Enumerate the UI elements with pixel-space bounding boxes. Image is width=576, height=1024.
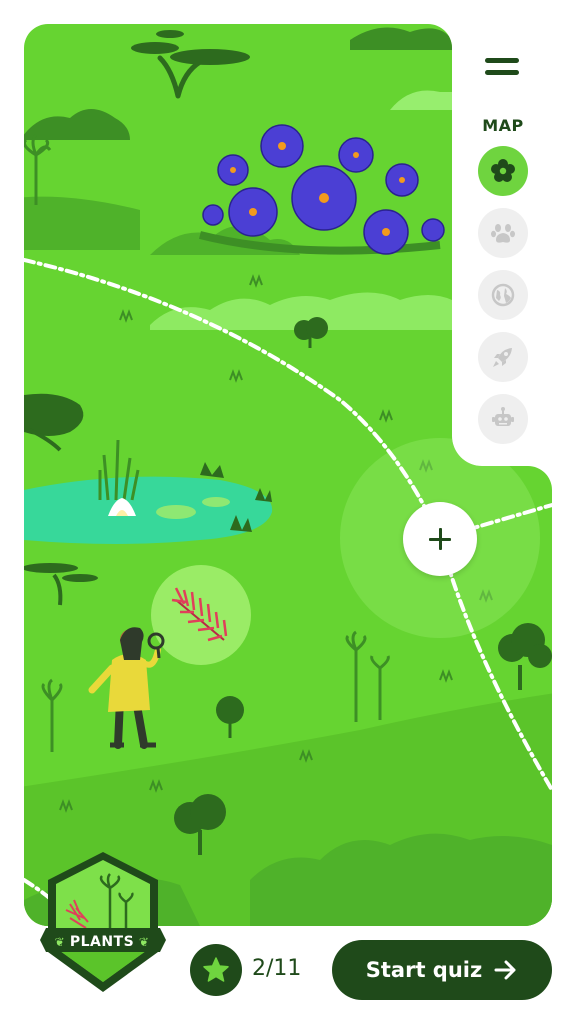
progress-count: 2/11 <box>252 956 302 981</box>
menu-button[interactable] <box>478 48 526 88</box>
category-plants-button[interactable] <box>478 146 528 196</box>
paw-icon <box>491 224 515 243</box>
start-quiz-label: Start quiz <box>365 958 483 982</box>
category-animals-button[interactable] <box>478 208 528 258</box>
category-space-button[interactable] <box>478 332 528 382</box>
arrow-right-icon <box>494 960 516 980</box>
badge-label-text: PLANTS <box>69 934 135 950</box>
menu-icon <box>485 58 519 63</box>
menu-icon-bar <box>485 70 519 75</box>
map-label: MAP <box>482 116 524 135</box>
badge-label: ❦ PLANTS ❦ <box>44 934 160 950</box>
bottlebrush-highlight[interactable] <box>151 565 251 665</box>
plants-badge[interactable] <box>40 848 166 996</box>
plus-icon-vertical <box>439 528 442 550</box>
app-root: MAP ❦ PLANTS ❦ 2/11 Start quiz <box>0 0 576 1024</box>
category-earth-button[interactable] <box>478 270 528 320</box>
flower-icon <box>491 159 515 182</box>
globe-icon <box>491 283 515 307</box>
robot-icon <box>492 407 514 426</box>
zoom-in-button[interactable] <box>403 502 477 576</box>
star-icon <box>203 957 229 982</box>
rocket-icon <box>493 348 512 367</box>
start-quiz-button[interactable]: Start quiz <box>332 940 552 1000</box>
leaf-icon: ❦ <box>54 935 70 949</box>
category-technology-button[interactable] <box>478 394 528 444</box>
progress-star-badge <box>190 944 242 996</box>
leaf-icon-right: ❦ <box>134 935 150 949</box>
